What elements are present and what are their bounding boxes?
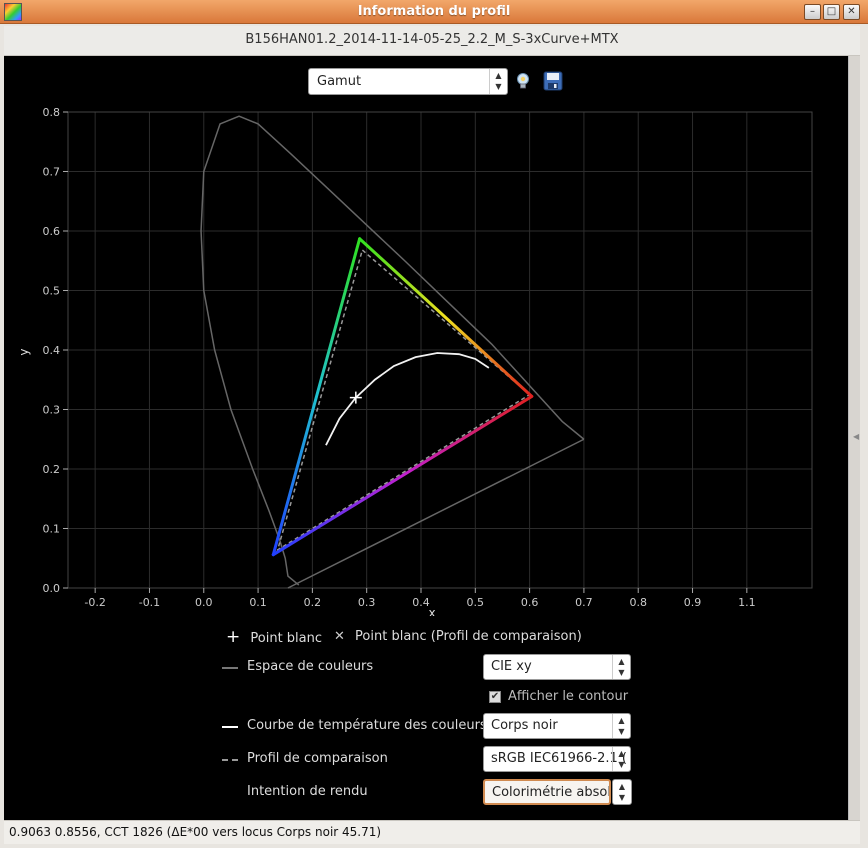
- comparison-profile-select-value: sRGB IEC61966-2.1 (: [491, 751, 627, 766]
- cross-icon: ✕: [334, 629, 345, 644]
- y-tick-label: 0.6: [43, 225, 61, 238]
- x-tick-label: 0.2: [304, 596, 322, 609]
- colorspace-select[interactable]: CIE xy ▲ ▼: [483, 654, 631, 680]
- close-button[interactable]: ✕: [843, 4, 860, 20]
- x-tick-label: 0.3: [358, 596, 376, 609]
- temperature-line-sample: [222, 726, 238, 728]
- x-tick-label: 0.5: [467, 596, 485, 609]
- comparison-profile-select[interactable]: sRGB IEC61966-2.1 ( ▲ ▼: [483, 746, 631, 772]
- chevron-updown-icon: ▲ ▼: [618, 782, 626, 802]
- show-outline-checkbox[interactable]: ✔: [489, 691, 501, 703]
- gamut-panel: Gamut ▲ ▼ -0.2 -0.1 0.0 0.1 0.2 0.3 0.4 0.5 0.6 0.…: [4, 56, 848, 820]
- rendering-intent-spinner[interactable]: ▲ ▼: [612, 779, 632, 805]
- purple-line: [287, 438, 585, 589]
- y-axis-label: y: [17, 348, 31, 355]
- x-tick-label: 0.7: [575, 596, 593, 609]
- comparison-profile-label: Profil de comparaison: [247, 751, 388, 766]
- x-tick-label: 0.6: [521, 596, 539, 609]
- y-tick-label: 0.4: [43, 344, 61, 357]
- window-titlebar: Information du profil – □ ✕: [0, 0, 868, 24]
- y-tick-label: 0.3: [43, 404, 61, 417]
- y-tick-label: 0.0: [43, 582, 61, 595]
- x-tick-label: 0.8: [629, 596, 647, 609]
- x-tick-label: 1.1: [738, 596, 756, 609]
- status-bar: 0.9063 0.8556, CCT 1826 (ΔE*00 vers locu…: [4, 820, 860, 844]
- temperature-curve-select-value: Corps noir: [491, 718, 558, 733]
- y-tick-label: 0.2: [43, 463, 61, 476]
- minimize-button[interactable]: –: [804, 4, 821, 20]
- window-title: Information du profil: [357, 4, 511, 19]
- x-tick-label: 0.9: [684, 596, 702, 609]
- rendering-intent-select-value: Colorimétrie absolue: [492, 785, 611, 800]
- show-outline-label: Afficher le contour: [508, 689, 629, 704]
- plus-icon: +: [226, 627, 241, 647]
- x-tick-label: 0.1: [249, 596, 267, 609]
- legend-whitepoint: + Point blanc: [226, 626, 322, 648]
- chevron-left-icon: ◀: [853, 432, 860, 441]
- rendering-intent-select[interactable]: Colorimétrie absolue: [483, 779, 611, 805]
- chevron-updown-icon: ▲ ▼: [612, 655, 630, 679]
- comparison-line-sample: [222, 759, 238, 761]
- colorspace-label: Espace de couleurs: [247, 659, 374, 674]
- colorspace-line-sample: [222, 667, 238, 669]
- x-axis-label: x: [428, 606, 435, 616]
- maximize-button[interactable]: □: [823, 4, 840, 20]
- profile-gamut-edge: [271, 237, 362, 557]
- x-tick-label: -0.2: [84, 596, 105, 609]
- temperature-curve-label: Courbe de température des couleurs: [247, 718, 487, 733]
- colorspace-select-value: CIE xy: [491, 659, 532, 674]
- gamut-chart: -0.2 -0.1 0.0 0.1 0.2 0.3 0.4 0.5 0.6 0.7 0.8 0.9 1.…: [17, 106, 813, 616]
- profile-name: B156HAN01.2_2014-11-14-05-25_2.2_M_S-3xC…: [4, 26, 860, 56]
- legend-whitepoint-label: Point blanc: [250, 631, 323, 646]
- legend-whitepoint-comparison-label: Point blanc (Profil de comparaison): [355, 629, 582, 644]
- legend-whitepoint-comparison: ✕ Point blanc (Profil de comparaison): [334, 626, 582, 648]
- planckian-locus: [325, 352, 490, 446]
- side-panel-toggle[interactable]: ◀: [848, 56, 860, 820]
- x-tick-label: -0.1: [139, 596, 160, 609]
- y-tick-label: 0.1: [43, 523, 61, 536]
- y-tick-label: 0.5: [43, 285, 61, 298]
- chevron-updown-icon: ▲ ▼: [612, 747, 630, 771]
- x-tick-label: 0.0: [195, 596, 213, 609]
- temperature-curve-select[interactable]: Corps noir ▲ ▼: [483, 713, 631, 739]
- y-tick-label: 0.7: [43, 166, 61, 179]
- y-tick-label: 0.8: [43, 106, 61, 119]
- x-tick-label: 0.4: [412, 596, 430, 609]
- rendering-intent-label: Intention de rendu: [247, 784, 368, 799]
- chevron-updown-icon: ▲ ▼: [612, 714, 630, 738]
